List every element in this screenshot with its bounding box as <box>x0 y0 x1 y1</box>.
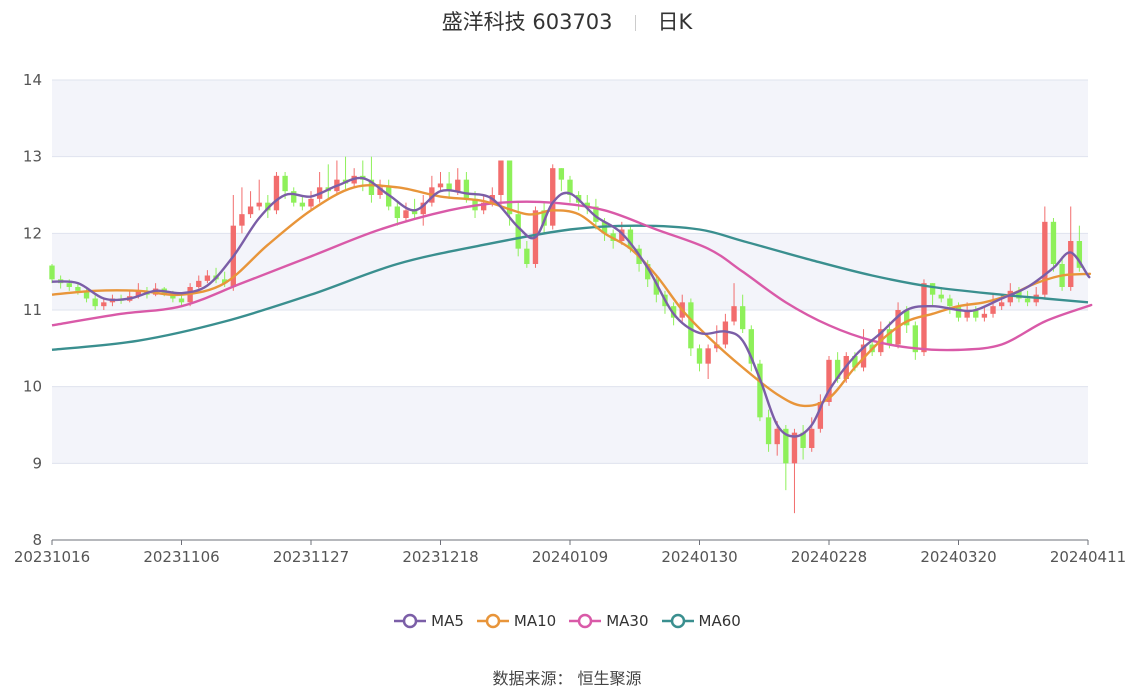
source-value: 恒生聚源 <box>577 669 642 688</box>
x-tick-label: 20231106 <box>143 548 219 566</box>
candle-body <box>498 160 504 195</box>
candle-body <box>947 298 953 307</box>
x-tick-label: 20240320 <box>920 548 996 566</box>
candle-body <box>256 202 262 207</box>
candle-body <box>101 302 107 307</box>
legend-item-ma60[interactable]: MA60 <box>661 612 741 630</box>
candle-body <box>66 283 72 287</box>
candle-body <box>955 306 962 318</box>
candle-body <box>1042 221 1048 295</box>
candle-body <box>299 202 306 207</box>
chart-legend: MA5 MA10 MA30 MA60 <box>0 612 1134 633</box>
candle-body <box>524 248 530 264</box>
x-tick-label: 20231016 <box>14 548 90 566</box>
candle-body <box>1050 221 1057 264</box>
y-tick-label: 9 <box>32 454 42 472</box>
candle-body <box>981 313 988 318</box>
candle-body <box>998 302 1005 307</box>
y-tick-label: 10 <box>23 378 42 396</box>
candle-body <box>550 168 556 226</box>
y-tick-label: 8 <box>32 531 42 549</box>
candle-body <box>463 179 470 199</box>
y-tick-label: 12 <box>23 224 42 242</box>
legend-label: MA10 <box>513 612 557 630</box>
candle-body <box>92 298 98 307</box>
candle-body <box>696 348 703 364</box>
candle-body <box>731 306 737 322</box>
legend-item-ma30[interactable]: MA30 <box>568 612 649 630</box>
candle-body <box>688 302 694 349</box>
candle-body <box>809 428 815 448</box>
candle-body <box>929 283 936 295</box>
legend-marker-icon <box>661 613 694 629</box>
legend-item-ma5[interactable]: MA5 <box>393 612 464 630</box>
candle-body <box>506 160 513 215</box>
candle-body <box>178 298 185 303</box>
candle-body <box>75 287 81 291</box>
candle-body <box>938 294 944 299</box>
candle-body <box>239 214 245 226</box>
legend-item-ma10[interactable]: MA10 <box>476 612 556 630</box>
source-label: 数据来源： <box>492 669 573 688</box>
candle-body <box>308 198 314 207</box>
x-tick-label: 20240228 <box>791 548 867 566</box>
candle-body <box>282 175 288 192</box>
y-tick-label: 13 <box>23 148 42 166</box>
candle-body <box>403 210 409 218</box>
candle-body <box>204 275 211 281</box>
legend-marker-icon <box>476 613 509 629</box>
candle-body <box>291 191 297 203</box>
candle-body <box>247 206 254 215</box>
candle-body <box>515 214 521 249</box>
candle-body <box>273 175 280 211</box>
x-tick-label: 20240109 <box>532 548 608 566</box>
legend-label: MA60 <box>698 612 741 630</box>
y-tick-label: 14 <box>23 71 42 89</box>
candle-body <box>455 179 461 192</box>
candle-body <box>1068 241 1074 287</box>
x-tick-label: 20240411 <box>1050 548 1126 566</box>
x-tick-label: 20240130 <box>661 548 737 566</box>
candle-body <box>739 306 746 330</box>
candle-body <box>196 280 202 287</box>
x-tick-label: 20231218 <box>402 548 478 566</box>
candle-body <box>49 265 55 280</box>
grid-band <box>52 386 1088 464</box>
legend-marker-icon <box>394 613 427 629</box>
candle-body <box>774 428 780 445</box>
legend-marker-icon <box>569 613 602 629</box>
candle-body <box>705 348 711 364</box>
candle-body <box>437 183 444 188</box>
y-tick-label: 11 <box>23 301 42 319</box>
grid-band <box>52 80 1088 157</box>
candle-body <box>990 306 996 314</box>
candle-body <box>765 417 772 445</box>
candle-body <box>921 283 927 353</box>
data-source: 数据来源： 恒生聚源 <box>0 665 1134 689</box>
candle-body <box>558 168 565 180</box>
candlestick-chart: 8 9 10 11 12 13 14 20231016 20231106 20231127 2023… <box>14 71 1126 566</box>
legend-label: MA5 <box>431 612 464 630</box>
candle-body <box>394 206 401 218</box>
x-tick-label: 20231127 <box>273 548 349 566</box>
legend-label: MA30 <box>606 612 649 630</box>
candle-body <box>1024 298 1031 303</box>
